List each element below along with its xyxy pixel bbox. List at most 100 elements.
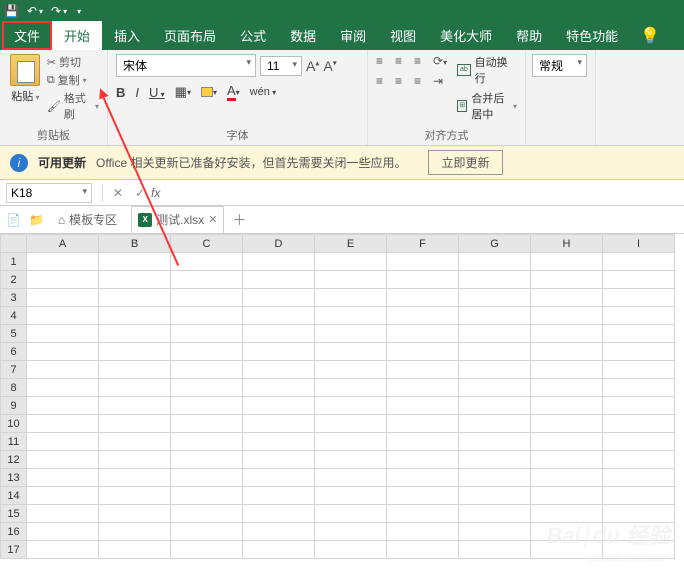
cell[interactable] (27, 451, 99, 469)
cell[interactable] (315, 289, 387, 307)
cell[interactable] (603, 541, 675, 559)
cell[interactable] (459, 523, 531, 541)
merge-center-button[interactable]: ⊞合并后居中 ▾ (457, 90, 517, 122)
redo-icon[interactable]: ↷▾ (51, 4, 67, 18)
cell[interactable] (27, 307, 99, 325)
row-header[interactable]: 1 (1, 253, 27, 271)
tab-home[interactable]: 开始 (52, 21, 102, 50)
cell[interactable] (315, 379, 387, 397)
row-header[interactable]: 7 (1, 361, 27, 379)
cell[interactable] (27, 487, 99, 505)
cell[interactable] (459, 307, 531, 325)
cell[interactable] (99, 271, 171, 289)
cell[interactable] (315, 523, 387, 541)
cell[interactable] (243, 289, 315, 307)
align-left-icon[interactable]: ≡ (376, 74, 383, 88)
cell[interactable] (171, 253, 243, 271)
row-header[interactable]: 15 (1, 505, 27, 523)
indent-icon[interactable]: ⇥ (433, 74, 443, 88)
cell[interactable] (603, 505, 675, 523)
tab-layout[interactable]: 页面布局 (152, 21, 228, 50)
cell[interactable] (243, 325, 315, 343)
cell[interactable] (459, 505, 531, 523)
cell[interactable] (27, 379, 99, 397)
file-tab[interactable]: X 测试.xlsx ✕ (131, 206, 224, 233)
cell[interactable] (27, 289, 99, 307)
cell[interactable] (531, 253, 603, 271)
cell[interactable] (603, 253, 675, 271)
cell[interactable] (387, 361, 459, 379)
tab-file[interactable]: 文件 (2, 21, 52, 50)
cell[interactable] (99, 307, 171, 325)
cell[interactable] (315, 415, 387, 433)
open-folder-icon[interactable]: 📁 (29, 213, 44, 227)
cell[interactable] (99, 541, 171, 559)
cell[interactable] (27, 433, 99, 451)
col-header[interactable]: G (459, 235, 531, 253)
cell[interactable] (459, 343, 531, 361)
fx-icon[interactable]: fx (151, 186, 160, 200)
row-header[interactable]: 10 (1, 415, 27, 433)
cell[interactable] (603, 343, 675, 361)
cell[interactable] (459, 271, 531, 289)
cell[interactable] (459, 361, 531, 379)
cell[interactable] (603, 433, 675, 451)
cell[interactable] (531, 415, 603, 433)
cell[interactable] (459, 451, 531, 469)
cell[interactable] (387, 469, 459, 487)
format-painter-button[interactable]: 🖌格式刷▾ (47, 90, 99, 122)
cell[interactable] (171, 469, 243, 487)
col-header[interactable]: I (603, 235, 675, 253)
row-header[interactable]: 17 (1, 541, 27, 559)
cell[interactable] (171, 307, 243, 325)
tab-insert[interactable]: 插入 (102, 21, 152, 50)
row-header[interactable]: 16 (1, 523, 27, 541)
tab-view[interactable]: 视图 (378, 21, 428, 50)
cell[interactable] (459, 379, 531, 397)
cell[interactable] (171, 271, 243, 289)
row-header[interactable]: 9 (1, 397, 27, 415)
cell[interactable] (243, 505, 315, 523)
cell[interactable] (243, 379, 315, 397)
template-tab[interactable]: ⌂模板专区 (52, 207, 123, 232)
cell[interactable] (531, 433, 603, 451)
paste-button[interactable]: 粘贴 ▾ (8, 54, 43, 122)
cell[interactable] (603, 415, 675, 433)
formula-input[interactable] (166, 184, 684, 202)
cell[interactable] (531, 523, 603, 541)
cell[interactable] (387, 523, 459, 541)
cell[interactable] (171, 397, 243, 415)
cell[interactable] (315, 487, 387, 505)
cell[interactable] (243, 271, 315, 289)
cell[interactable] (387, 451, 459, 469)
cell[interactable] (171, 325, 243, 343)
row-header[interactable]: 14 (1, 487, 27, 505)
name-box[interactable]: K18 (6, 183, 92, 203)
wrap-text-button[interactable]: ab自动换行 (457, 54, 517, 86)
col-header[interactable]: F (387, 235, 459, 253)
cell[interactable] (27, 361, 99, 379)
cell[interactable] (603, 469, 675, 487)
number-format-select[interactable]: 常规 (532, 54, 587, 77)
cell[interactable] (603, 289, 675, 307)
cell[interactable] (99, 397, 171, 415)
cell[interactable] (459, 397, 531, 415)
cell[interactable] (27, 343, 99, 361)
cell[interactable] (387, 541, 459, 559)
cell[interactable] (171, 361, 243, 379)
tab-beautify[interactable]: 美化大师 (428, 21, 504, 50)
cell[interactable] (99, 487, 171, 505)
cell[interactable] (531, 541, 603, 559)
cell[interactable] (531, 343, 603, 361)
cell[interactable] (531, 289, 603, 307)
cell[interactable] (27, 541, 99, 559)
cell[interactable] (99, 451, 171, 469)
row-header[interactable]: 12 (1, 451, 27, 469)
cell[interactable] (27, 397, 99, 415)
cell[interactable] (99, 379, 171, 397)
col-header[interactable]: H (531, 235, 603, 253)
tab-help[interactable]: 帮助 (504, 21, 554, 50)
row-header[interactable]: 6 (1, 343, 27, 361)
cell[interactable] (99, 415, 171, 433)
cell[interactable] (387, 379, 459, 397)
